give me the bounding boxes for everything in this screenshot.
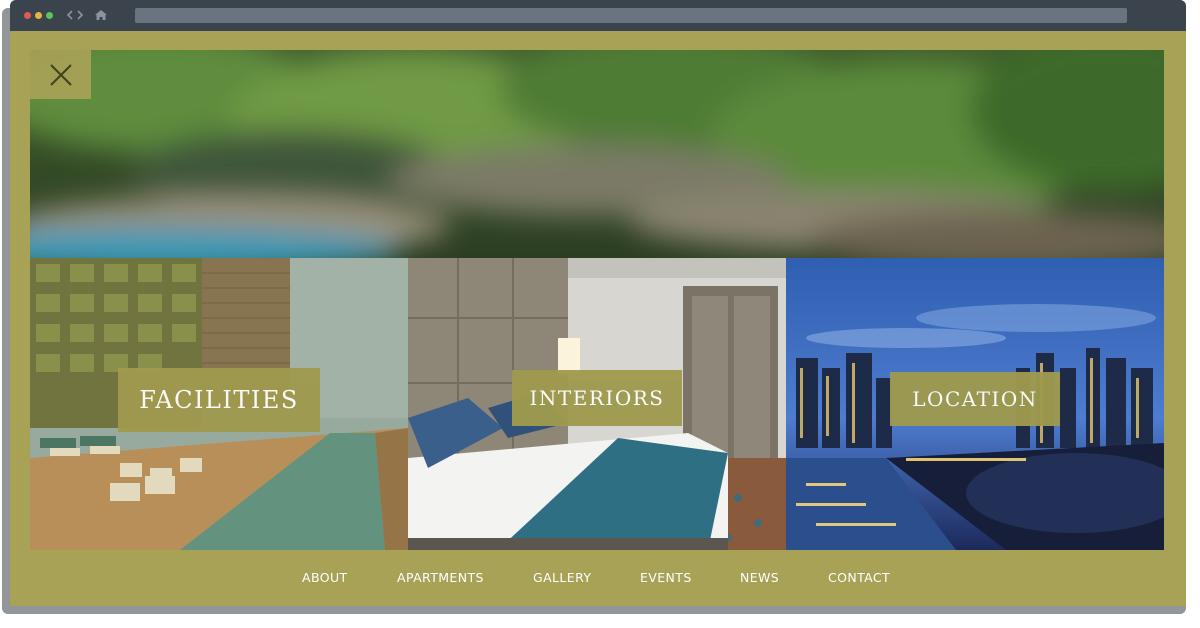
forward-icon[interactable] (76, 7, 85, 27)
back-icon[interactable] (65, 7, 74, 27)
interiors-tile[interactable]: INTERIORS (408, 258, 786, 550)
facilities-tile[interactable]: FACILITIES (30, 258, 408, 550)
close-window-dot[interactable] (24, 12, 31, 19)
nav-events-link[interactable]: EVENTS (640, 570, 692, 585)
nav-news-link[interactable]: NEWS (740, 570, 779, 585)
location-tile[interactable]: LOCATION (786, 258, 1164, 550)
browser-toolbar (10, 0, 1186, 31)
browser-window: FACILITIES INTERIORS LOCATION ABOUT APAR… (10, 0, 1186, 606)
nav-contact-link[interactable]: CONTACT (828, 570, 890, 585)
facilities-label[interactable]: FACILITIES (118, 368, 320, 432)
interiors-label[interactable]: INTERIORS (512, 370, 682, 426)
close-icon (49, 63, 72, 86)
close-button[interactable] (30, 50, 91, 99)
footer-navigation: ABOUT APARTMENTS GALLERY EVENTS NEWS CON… (10, 560, 1186, 596)
hero-image (30, 50, 1164, 260)
home-icon[interactable] (94, 7, 108, 27)
nav-apartments-link[interactable]: APARTMENTS (397, 570, 484, 585)
minimize-window-dot[interactable] (35, 12, 42, 19)
nav-gallery-link[interactable]: GALLERY (533, 570, 591, 585)
maximize-window-dot[interactable] (46, 12, 53, 19)
overlay-panel: FACILITIES INTERIORS LOCATION (30, 50, 1164, 550)
location-label[interactable]: LOCATION (890, 372, 1060, 426)
nav-about-link[interactable]: ABOUT (302, 570, 348, 585)
address-bar[interactable] (135, 8, 1127, 23)
